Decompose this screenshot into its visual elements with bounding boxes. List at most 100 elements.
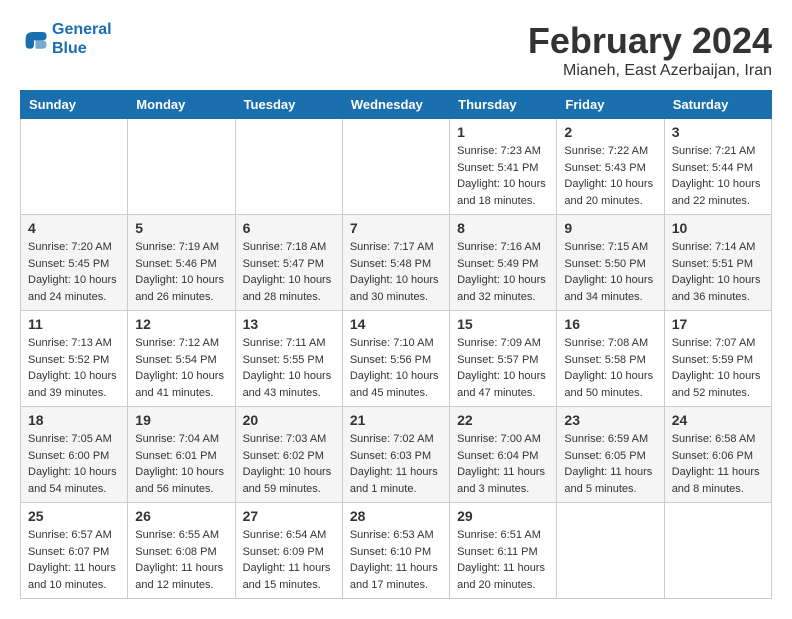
day-info: Sunrise: 7:04 AMSunset: 6:01 PMDaylight:… xyxy=(135,431,227,497)
day-number: 3 xyxy=(672,124,764,140)
day-info: Sunrise: 6:53 AMSunset: 6:10 PMDaylight:… xyxy=(350,527,442,593)
day-header-wednesday: Wednesday xyxy=(342,91,449,119)
calendar-cell xyxy=(21,119,128,215)
calendar-cell: 17 Sunrise: 7:07 AMSunset: 5:59 PMDayligh… xyxy=(664,311,771,407)
day-number: 18 xyxy=(28,412,120,428)
calendar-cell: 11 Sunrise: 7:13 AMSunset: 5:52 PMDayligh… xyxy=(21,311,128,407)
calendar-cell: 3Sunrise: 7:21 AMSunset: 5:44 PMDaylight… xyxy=(664,119,771,215)
calendar-table: SundayMondayTuesdayWednesdayThursdayFrid… xyxy=(20,90,772,599)
day-info: Sunrise: 6:57 AMSunset: 6:07 PMDaylight:… xyxy=(28,527,120,593)
day-number: 27 xyxy=(243,508,335,524)
calendar-cell: 18 Sunrise: 7:05 AMSunset: 6:00 PMDayligh… xyxy=(21,407,128,503)
logo-icon xyxy=(20,25,48,53)
day-number: 8 xyxy=(457,220,549,236)
calendar-cell: 23 Sunrise: 6:59 AMSunset: 6:05 PMDayligh… xyxy=(557,407,664,503)
day-info: Sunrise: 7:11 AMSunset: 5:55 PMDaylight:… xyxy=(243,335,335,401)
day-info: Sunrise: 7:12 AMSunset: 5:54 PMDaylight:… xyxy=(135,335,227,401)
calendar-cell: 9 Sunrise: 7:15 AMSunset: 5:50 PMDaylight… xyxy=(557,215,664,311)
day-info: Sunrise: 7:09 AMSunset: 5:57 PMDaylight:… xyxy=(457,335,549,401)
day-header-monday: Monday xyxy=(128,91,235,119)
day-header-friday: Friday xyxy=(557,91,664,119)
calendar-cell xyxy=(342,119,449,215)
day-number: 5 xyxy=(135,220,227,236)
day-number: 16 xyxy=(564,316,656,332)
day-info: Sunrise: 7:22 AMSunset: 5:43 PMDaylight:… xyxy=(564,143,656,209)
day-info: Sunrise: 7:10 AMSunset: 5:56 PMDaylight:… xyxy=(350,335,442,401)
calendar-cell: 6 Sunrise: 7:18 AMSunset: 5:47 PMDaylight… xyxy=(235,215,342,311)
day-number: 29 xyxy=(457,508,549,524)
calendar-cell: 24Sunrise: 6:58 AMSunset: 6:06 PMDayligh… xyxy=(664,407,771,503)
calendar-cell: 1 Sunrise: 7:23 AMSunset: 5:41 PMDaylight… xyxy=(450,119,557,215)
calendar-cell: 14 Sunrise: 7:10 AMSunset: 5:56 PMDayligh… xyxy=(342,311,449,407)
day-info: Sunrise: 7:16 AMSunset: 5:49 PMDaylight:… xyxy=(457,239,549,305)
day-info: Sunrise: 7:08 AMSunset: 5:58 PMDaylight:… xyxy=(564,335,656,401)
calendar-cell: 28 Sunrise: 6:53 AMSunset: 6:10 PMDayligh… xyxy=(342,503,449,599)
day-info: Sunrise: 7:19 AMSunset: 5:46 PMDaylight:… xyxy=(135,239,227,305)
day-info: Sunrise: 7:17 AMSunset: 5:48 PMDaylight:… xyxy=(350,239,442,305)
day-info: Sunrise: 7:15 AMSunset: 5:50 PMDaylight:… xyxy=(564,239,656,305)
day-number: 9 xyxy=(564,220,656,236)
calendar-cell: 12 Sunrise: 7:12 AMSunset: 5:54 PMDayligh… xyxy=(128,311,235,407)
day-info: Sunrise: 7:20 AMSunset: 5:45 PMDaylight:… xyxy=(28,239,120,305)
month-title: February 2024 xyxy=(528,20,772,62)
day-info: Sunrise: 7:02 AMSunset: 6:03 PMDaylight:… xyxy=(350,431,442,497)
day-number: 28 xyxy=(350,508,442,524)
day-header-thursday: Thursday xyxy=(450,91,557,119)
day-number: 19 xyxy=(135,412,227,428)
day-number: 10 xyxy=(672,220,764,236)
day-number: 14 xyxy=(350,316,442,332)
day-info: Sunrise: 7:03 AMSunset: 6:02 PMDaylight:… xyxy=(243,431,335,497)
calendar-cell: 26 Sunrise: 6:55 AMSunset: 6:08 PMDayligh… xyxy=(128,503,235,599)
day-info: Sunrise: 6:55 AMSunset: 6:08 PMDaylight:… xyxy=(135,527,227,593)
day-info: Sunrise: 7:13 AMSunset: 5:52 PMDaylight:… xyxy=(28,335,120,401)
day-number: 17 xyxy=(672,316,764,332)
day-header-sunday: Sunday xyxy=(21,91,128,119)
day-number: 11 xyxy=(28,316,120,332)
day-info: Sunrise: 6:59 AMSunset: 6:05 PMDaylight:… xyxy=(564,431,656,497)
calendar-cell: 4 Sunrise: 7:20 AMSunset: 5:45 PMDaylight… xyxy=(21,215,128,311)
day-number: 15 xyxy=(457,316,549,332)
day-number: 21 xyxy=(350,412,442,428)
title-block: February 2024 Mianeh, East Azerbaijan, I… xyxy=(528,20,772,80)
day-number: 20 xyxy=(243,412,335,428)
day-info: Sunrise: 7:00 AMSunset: 6:04 PMDaylight:… xyxy=(457,431,549,497)
calendar-cell: 29 Sunrise: 6:51 AMSunset: 6:11 PMDayligh… xyxy=(450,503,557,599)
calendar-cell: 27Sunrise: 6:54 AMSunset: 6:09 PMDayligh… xyxy=(235,503,342,599)
day-header-tuesday: Tuesday xyxy=(235,91,342,119)
calendar-cell: 5 Sunrise: 7:19 AMSunset: 5:46 PMDaylight… xyxy=(128,215,235,311)
page-header: General Blue February 2024 Mianeh, East … xyxy=(20,20,772,80)
calendar-cell: 2 Sunrise: 7:22 AMSunset: 5:43 PMDaylight… xyxy=(557,119,664,215)
day-info: Sunrise: 7:18 AMSunset: 5:47 PMDaylight:… xyxy=(243,239,335,305)
calendar-cell: 22 Sunrise: 7:00 AMSunset: 6:04 PMDayligh… xyxy=(450,407,557,503)
day-number: 25 xyxy=(28,508,120,524)
day-number: 13 xyxy=(243,316,335,332)
day-info: Sunrise: 7:23 AMSunset: 5:41 PMDaylight:… xyxy=(457,143,549,209)
day-number: 4 xyxy=(28,220,120,236)
day-header-saturday: Saturday xyxy=(664,91,771,119)
day-number: 22 xyxy=(457,412,549,428)
calendar-cell: 21 Sunrise: 7:02 AMSunset: 6:03 PMDayligh… xyxy=(342,407,449,503)
calendar-cell: 25 Sunrise: 6:57 AMSunset: 6:07 PMDayligh… xyxy=(21,503,128,599)
day-number: 26 xyxy=(135,508,227,524)
logo: General Blue xyxy=(20,20,112,58)
calendar-cell: 7Sunrise: 7:17 AMSunset: 5:48 PMDaylight… xyxy=(342,215,449,311)
day-info: Sunrise: 7:07 AMSunset: 5:59 PMDaylight:… xyxy=(672,335,764,401)
day-number: 12 xyxy=(135,316,227,332)
day-number: 6 xyxy=(243,220,335,236)
calendar-cell xyxy=(128,119,235,215)
day-info: Sunrise: 7:05 AMSunset: 6:00 PMDaylight:… xyxy=(28,431,120,497)
day-info: Sunrise: 7:14 AMSunset: 5:51 PMDaylight:… xyxy=(672,239,764,305)
location-subtitle: Mianeh, East Azerbaijan, Iran xyxy=(528,62,772,80)
calendar-cell: 20 Sunrise: 7:03 AMSunset: 6:02 PMDayligh… xyxy=(235,407,342,503)
calendar-cell xyxy=(664,503,771,599)
day-number: 1 xyxy=(457,124,549,140)
calendar-cell: 16 Sunrise: 7:08 AMSunset: 5:58 PMDayligh… xyxy=(557,311,664,407)
day-info: Sunrise: 6:51 AMSunset: 6:11 PMDaylight:… xyxy=(457,527,549,593)
day-number: 23 xyxy=(564,412,656,428)
calendar-cell: 19 Sunrise: 7:04 AMSunset: 6:01 PMDayligh… xyxy=(128,407,235,503)
logo-text: General Blue xyxy=(52,20,112,58)
day-number: 2 xyxy=(564,124,656,140)
calendar-cell: 8 Sunrise: 7:16 AMSunset: 5:49 PMDaylight… xyxy=(450,215,557,311)
calendar-cell: 15 Sunrise: 7:09 AMSunset: 5:57 PMDayligh… xyxy=(450,311,557,407)
day-number: 24 xyxy=(672,412,764,428)
